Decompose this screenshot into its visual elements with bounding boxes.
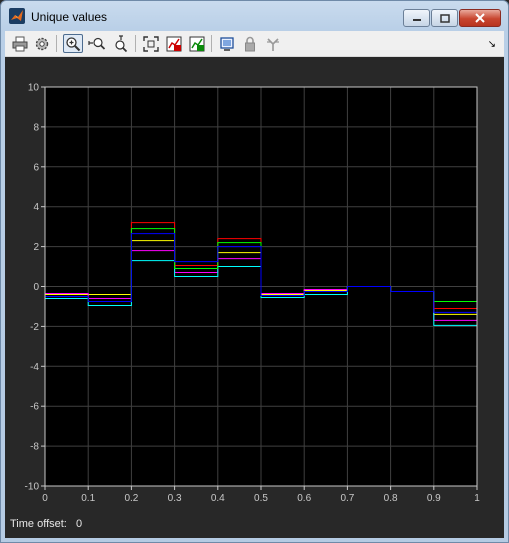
lock-icon — [245, 36, 255, 51]
zoom-y-icon — [115, 34, 128, 52]
x-tick-label: 0.8 — [384, 493, 398, 504]
time-offset-label: Time offset: — [10, 518, 67, 530]
y-tick-label: 8 — [33, 122, 39, 133]
window-title: Unique values — [31, 10, 108, 24]
toolbar: ↘ — [5, 31, 504, 57]
scope-window: Unique values ↘ 0 0.1 0.2 0.3 0.4 0.5 0.… — [0, 0, 509, 543]
close-icon — [475, 13, 485, 23]
zoom-x-icon — [88, 37, 106, 50]
highlight-simulink-block-icon — [220, 36, 234, 51]
maximize-button[interactable] — [431, 9, 458, 27]
x-tick-label: 0.2 — [124, 493, 138, 504]
highlight-block-button[interactable] — [217, 34, 237, 53]
x-tick-label: 0.4 — [211, 493, 225, 504]
toolbar-separator — [135, 35, 136, 52]
x-tick-label: 0.7 — [340, 493, 354, 504]
dock-arrow-icon[interactable]: ↘ — [488, 39, 496, 50]
y-tick-label: -4 — [30, 362, 39, 373]
x-tick-label: 0.5 — [254, 493, 268, 504]
time-offset-value: 0 — [76, 518, 83, 530]
y-tick-label: 10 — [28, 83, 40, 94]
print-icon — [12, 36, 28, 51]
maximize-icon — [439, 13, 450, 23]
y-tick-label: 0 — [33, 282, 39, 293]
y-tick-label: -6 — [30, 402, 39, 413]
x-tick-label: 0.9 — [427, 493, 441, 504]
signal-selector-button[interactable] — [263, 34, 283, 53]
restore-axes-limits-icon — [189, 36, 205, 51]
y-tick-label: 6 — [33, 162, 39, 173]
minimize-button[interactable] — [403, 9, 430, 27]
y-tick-label: -10 — [25, 482, 40, 493]
title-bar[interactable]: Unique values — [1, 1, 508, 31]
toolbar-separator — [211, 35, 212, 52]
x-tick-label: 0.6 — [297, 493, 311, 504]
x-tick-label: 1 — [474, 493, 480, 504]
matlab-logo-icon — [9, 8, 25, 24]
close-button[interactable] — [459, 9, 501, 27]
settings-gear-icon — [35, 37, 49, 50]
settings-button[interactable] — [32, 34, 52, 53]
save-axes-limits-button[interactable] — [164, 34, 184, 53]
zoom-x-button[interactable] — [87, 34, 107, 53]
print-button[interactable] — [10, 34, 30, 53]
save-axes-limits-icon — [166, 36, 182, 51]
restore-axes-limits-button[interactable] — [187, 34, 207, 53]
x-tick-label: 0.3 — [168, 493, 182, 504]
autoscale-button[interactable] — [141, 34, 161, 53]
zoom-in-icon — [66, 36, 81, 51]
lock-button[interactable] — [240, 34, 260, 53]
scope-plot-panel: 0 0.1 0.2 0.3 0.4 0.5 0.6 0.7 0.8 0.9 1 -10 -8 -6 -4 -2… — [5, 57, 504, 538]
signal-selector-icon — [267, 37, 279, 51]
autoscale-icon — [143, 35, 159, 52]
y-tick-label: -8 — [30, 442, 39, 453]
y-tick-label: -2 — [30, 322, 39, 333]
x-tick-label: 0 — [42, 493, 48, 504]
minimize-icon — [412, 19, 421, 21]
zoom-in-button[interactable] — [63, 34, 83, 53]
zoom-y-button[interactable] — [111, 34, 131, 53]
toolbar-separator — [56, 35, 57, 52]
scope-axes[interactable]: 0 0.1 0.2 0.3 0.4 0.5 0.6 0.7 0.8 0.9 1 -10 -8 -6 -4 -2… — [5, 57, 504, 538]
y-tick-label: 2 — [33, 242, 39, 253]
x-tick-label: 0.1 — [81, 493, 95, 504]
y-tick-label: 4 — [33, 202, 39, 213]
